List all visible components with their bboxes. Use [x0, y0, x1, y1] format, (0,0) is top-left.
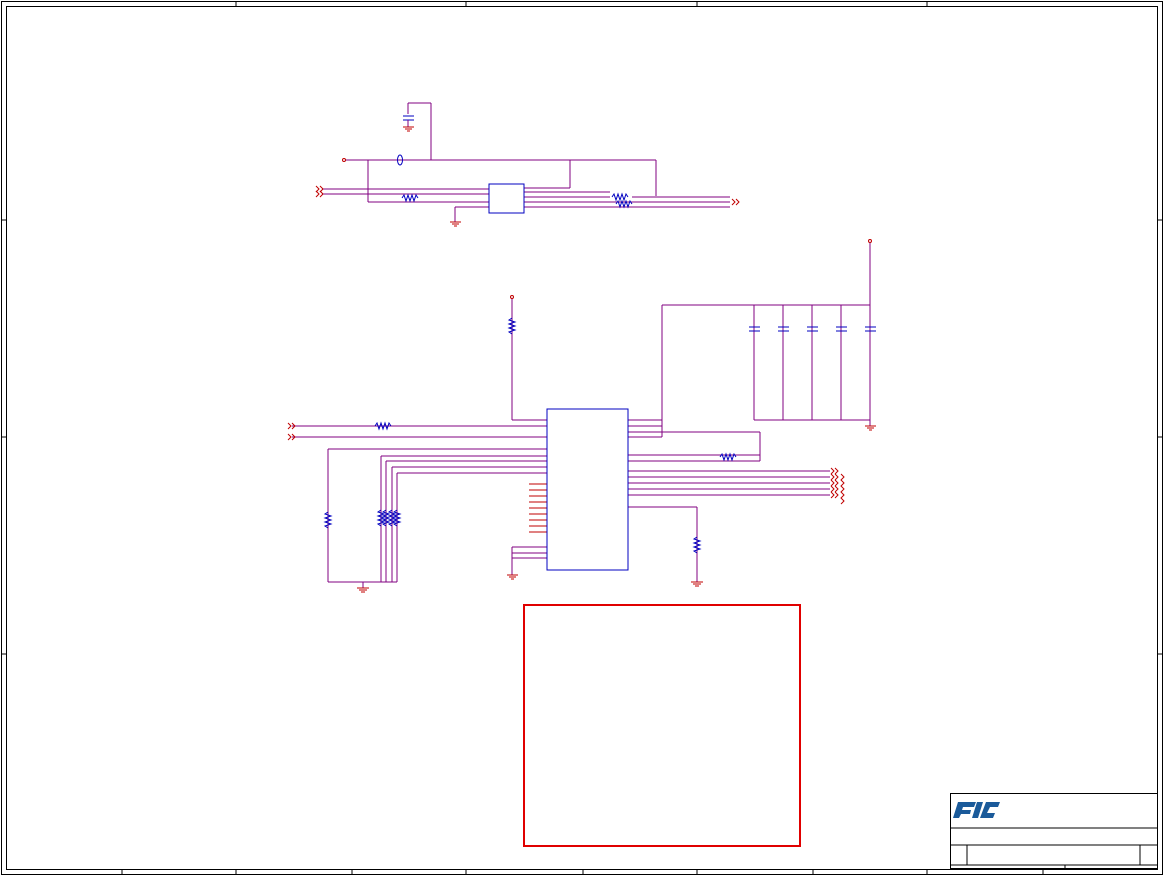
power-port-icon — [510, 295, 514, 299]
power-port-icon — [342, 158, 346, 162]
ground-icon — [507, 574, 518, 580]
sheet-frame — [1, 1, 1163, 875]
top-circuit — [315, 102, 740, 227]
note-box — [523, 604, 801, 847]
ground-icon — [865, 425, 876, 431]
resistor-icon — [401, 193, 419, 203]
ic-top — [488, 183, 525, 214]
ground-icon — [691, 581, 703, 587]
ground-icon — [403, 126, 414, 132]
ground-icon — [357, 587, 369, 593]
schematic-sheet — [1, 1, 1163, 875]
main-circuit — [287, 239, 876, 593]
company-logo — [953, 802, 1000, 818]
capacitor-icon — [403, 115, 414, 121]
resistor-icon — [611, 192, 629, 202]
ic-main — [546, 408, 629, 571]
power-port-icon — [868, 239, 872, 243]
offpage-connector-icon — [287, 422, 845, 505]
ground-icon — [450, 221, 461, 227]
